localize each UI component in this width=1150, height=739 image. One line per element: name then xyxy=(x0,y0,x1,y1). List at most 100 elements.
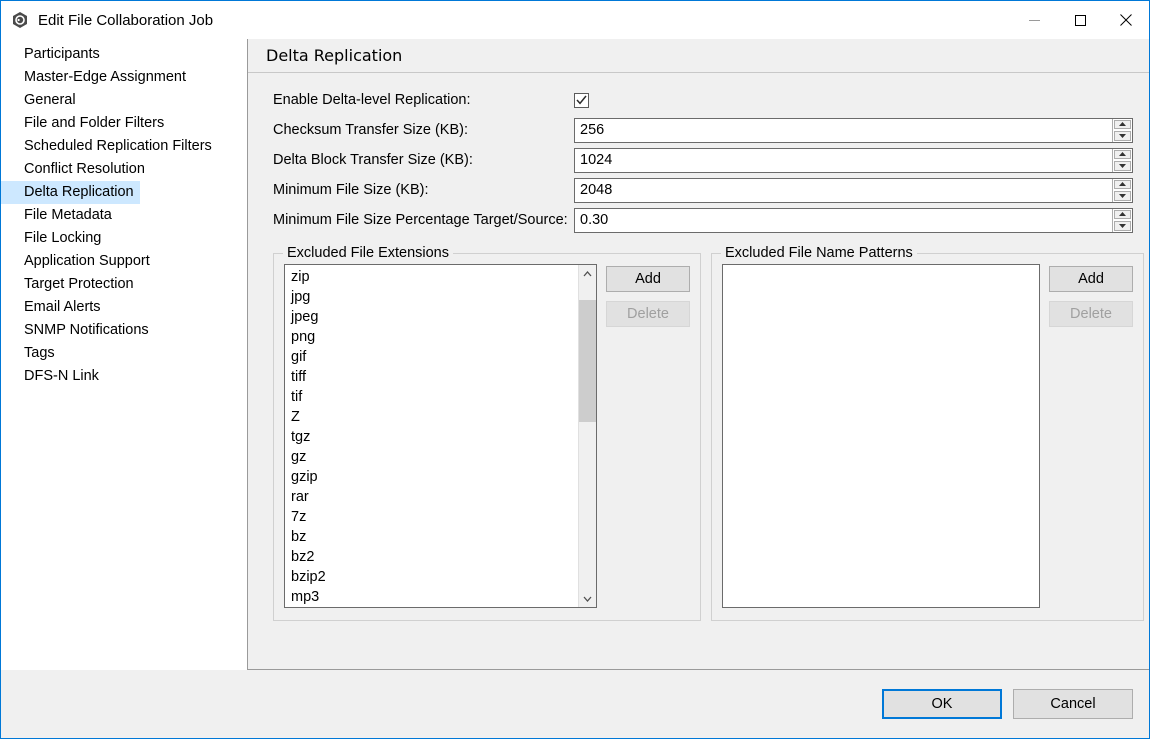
list-item[interactable]: tif xyxy=(287,387,578,407)
dialog-footer: OK Cancel xyxy=(1,670,1149,738)
excluded-file-name-patterns-title: Excluded File Name Patterns xyxy=(721,245,917,261)
sidebar-item-scheduled-replication-filters[interactable]: Scheduled Replication Filters xyxy=(1,135,218,158)
sidebar-item-dfs-n-link[interactable]: DFS-N Link xyxy=(1,365,105,388)
title-bar: Edit File Collaboration Job xyxy=(1,1,1149,39)
scroll-down-icon[interactable] xyxy=(579,590,596,607)
checksum-transfer-size-label: Checksum Transfer Size (KB): xyxy=(273,122,468,138)
excluded-file-name-patterns-group: Excluded File Name Patterns Add Delete xyxy=(711,245,1144,621)
delete-pattern-button[interactable]: Delete xyxy=(1049,301,1133,327)
cancel-button[interactable]: Cancel xyxy=(1013,689,1133,719)
delete-extension-button[interactable]: Delete xyxy=(606,301,690,327)
spin-down-icon[interactable] xyxy=(1114,131,1131,141)
excluded-file-name-patterns-inner: Add Delete xyxy=(722,264,1133,608)
excluded-file-extensions-scrollbar[interactable] xyxy=(578,265,596,607)
excluded-file-extensions-group: Excluded File Extensions zip jpg jpeg pn… xyxy=(273,245,701,621)
sidebar-item-email-alerts[interactable]: Email Alerts xyxy=(1,296,107,319)
spin-up-icon[interactable] xyxy=(1114,149,1131,159)
excluded-file-extensions-listbox[interactable]: zip jpg jpeg png gif tiff tif Z tgz gz g… xyxy=(284,264,597,608)
sidebar-item-participants[interactable]: Participants xyxy=(1,43,106,66)
add-extension-button[interactable]: Add xyxy=(606,266,690,292)
sidebar-item-conflict-resolution[interactable]: Conflict Resolution xyxy=(1,158,151,181)
enable-delta-checkbox[interactable] xyxy=(574,92,589,108)
hexagon-app-icon xyxy=(11,11,29,29)
page-title: Delta Replication xyxy=(248,39,1149,73)
list-item[interactable]: tgz xyxy=(287,427,578,447)
list-item[interactable]: rar xyxy=(287,487,578,507)
window-title: Edit File Collaboration Job xyxy=(38,11,214,29)
sidebar-item-file-locking[interactable]: File Locking xyxy=(1,227,107,250)
form-row-enable-delta: Enable Delta-level Replication: xyxy=(273,85,1133,115)
settings-content-panel: Delta Replication Enable Delta-level Rep… xyxy=(248,39,1149,670)
sidebar-item-tags[interactable]: Tags xyxy=(1,342,61,365)
list-item[interactable]: zip xyxy=(287,267,578,287)
minimum-file-size-label: Minimum File Size (KB): xyxy=(273,182,429,198)
minimum-file-size-stepper[interactable]: 2048 xyxy=(574,177,1133,203)
excluded-file-extensions-title: Excluded File Extensions xyxy=(283,245,453,261)
excluded-file-extensions-inner: zip jpg jpeg png gif tiff tif Z tgz gz g… xyxy=(284,264,690,608)
checksum-transfer-size-stepper[interactable]: 256 xyxy=(574,117,1133,143)
title-bar-left: Edit File Collaboration Job xyxy=(1,11,213,29)
sidebar-item-snmp-notifications[interactable]: SNMP Notifications xyxy=(1,319,155,342)
sidebar-item-delta-replication[interactable]: Delta Replication xyxy=(1,181,140,204)
list-item[interactable]: gif xyxy=(287,347,578,367)
minimum-file-size-percentage-stepper[interactable]: 0.30 xyxy=(574,207,1133,233)
sidebar-item-file-and-folder-filters[interactable]: File and Folder Filters xyxy=(1,112,170,135)
delta-replication-form: Enable Delta-level Replication: Checksum… xyxy=(273,85,1133,235)
ok-button[interactable]: OK xyxy=(882,689,1002,719)
spin-down-icon[interactable] xyxy=(1114,161,1131,171)
checksum-transfer-size-spin-buttons xyxy=(1112,118,1132,142)
list-item[interactable]: bzip2 xyxy=(287,567,578,587)
sidebar-item-application-support[interactable]: Application Support xyxy=(1,250,156,273)
spin-up-icon[interactable] xyxy=(1114,209,1131,219)
scrollbar-thumb[interactable] xyxy=(579,300,596,422)
spin-up-icon[interactable] xyxy=(1114,179,1131,189)
form-row-minimum-file-size: Minimum File Size (KB): 2048 xyxy=(273,175,1133,205)
minimum-file-size-input[interactable]: 2048 xyxy=(575,178,1112,202)
list-item[interactable]: bz xyxy=(287,527,578,547)
delta-block-transfer-size-stepper[interactable]: 1024 xyxy=(574,147,1133,173)
window-controls xyxy=(1011,1,1149,39)
spin-down-icon[interactable] xyxy=(1114,191,1131,201)
delta-block-transfer-size-input[interactable]: 1024 xyxy=(575,148,1112,172)
list-item[interactable]: Z xyxy=(287,407,578,427)
list-item[interactable]: gz xyxy=(287,447,578,467)
sidebar-item-file-metadata[interactable]: File Metadata xyxy=(1,204,118,227)
scroll-up-icon[interactable] xyxy=(579,265,596,282)
spin-down-icon[interactable] xyxy=(1114,221,1131,231)
list-item[interactable]: jpeg xyxy=(287,307,578,327)
minimize-icon[interactable] xyxy=(1011,1,1057,39)
panel-body: Enable Delta-level Replication: Checksum… xyxy=(248,73,1149,669)
enable-delta-label: Enable Delta-level Replication: xyxy=(273,92,471,108)
edit-file-collaboration-job-window: Edit File Collaboration Job Participants… xyxy=(0,0,1150,739)
window-body: Participants Master-Edge Assignment Gene… xyxy=(1,39,1149,670)
list-item[interactable]: png xyxy=(287,327,578,347)
minimum-file-size-percentage-label: Minimum File Size Percentage Target/Sour… xyxy=(273,212,568,228)
list-item[interactable]: mp3 xyxy=(287,587,578,607)
checksum-transfer-size-input[interactable]: 256 xyxy=(575,118,1112,142)
list-item[interactable]: jpg xyxy=(287,287,578,307)
minimum-file-size-percentage-input[interactable]: 0.30 xyxy=(575,208,1112,232)
exclusion-groups: Excluded File Extensions zip jpg jpeg pn… xyxy=(273,245,1144,621)
excluded-file-name-patterns-items xyxy=(723,265,1039,607)
excluded-file-name-patterns-buttons: Add Delete xyxy=(1049,264,1133,608)
sidebar-item-master-edge-assignment[interactable]: Master-Edge Assignment xyxy=(1,66,192,89)
excluded-file-extensions-items: zip jpg jpeg png gif tiff tif Z tgz gz g… xyxy=(285,265,578,607)
form-row-delta-block-transfer-size: Delta Block Transfer Size (KB): 1024 xyxy=(273,145,1133,175)
scrollbar-track[interactable] xyxy=(579,282,596,590)
form-row-minimum-file-size-percentage: Minimum File Size Percentage Target/Sour… xyxy=(273,205,1133,235)
excluded-file-extensions-buttons: Add Delete xyxy=(606,264,690,608)
excluded-file-name-patterns-listbox[interactable] xyxy=(722,264,1040,608)
list-item[interactable]: bz2 xyxy=(287,547,578,567)
list-item[interactable]: tiff xyxy=(287,367,578,387)
close-icon[interactable] xyxy=(1103,1,1149,39)
list-item[interactable]: 7z xyxy=(287,507,578,527)
delta-block-transfer-size-label: Delta Block Transfer Size (KB): xyxy=(273,152,473,168)
sidebar-item-general[interactable]: General xyxy=(1,89,82,112)
add-pattern-button[interactable]: Add xyxy=(1049,266,1133,292)
list-item[interactable]: gzip xyxy=(287,467,578,487)
delta-block-transfer-size-spin-buttons xyxy=(1112,148,1132,172)
sidebar-item-target-protection[interactable]: Target Protection xyxy=(1,273,140,296)
form-row-checksum-transfer-size: Checksum Transfer Size (KB): 256 xyxy=(273,115,1133,145)
maximize-icon[interactable] xyxy=(1057,1,1103,39)
spin-up-icon[interactable] xyxy=(1114,119,1131,129)
